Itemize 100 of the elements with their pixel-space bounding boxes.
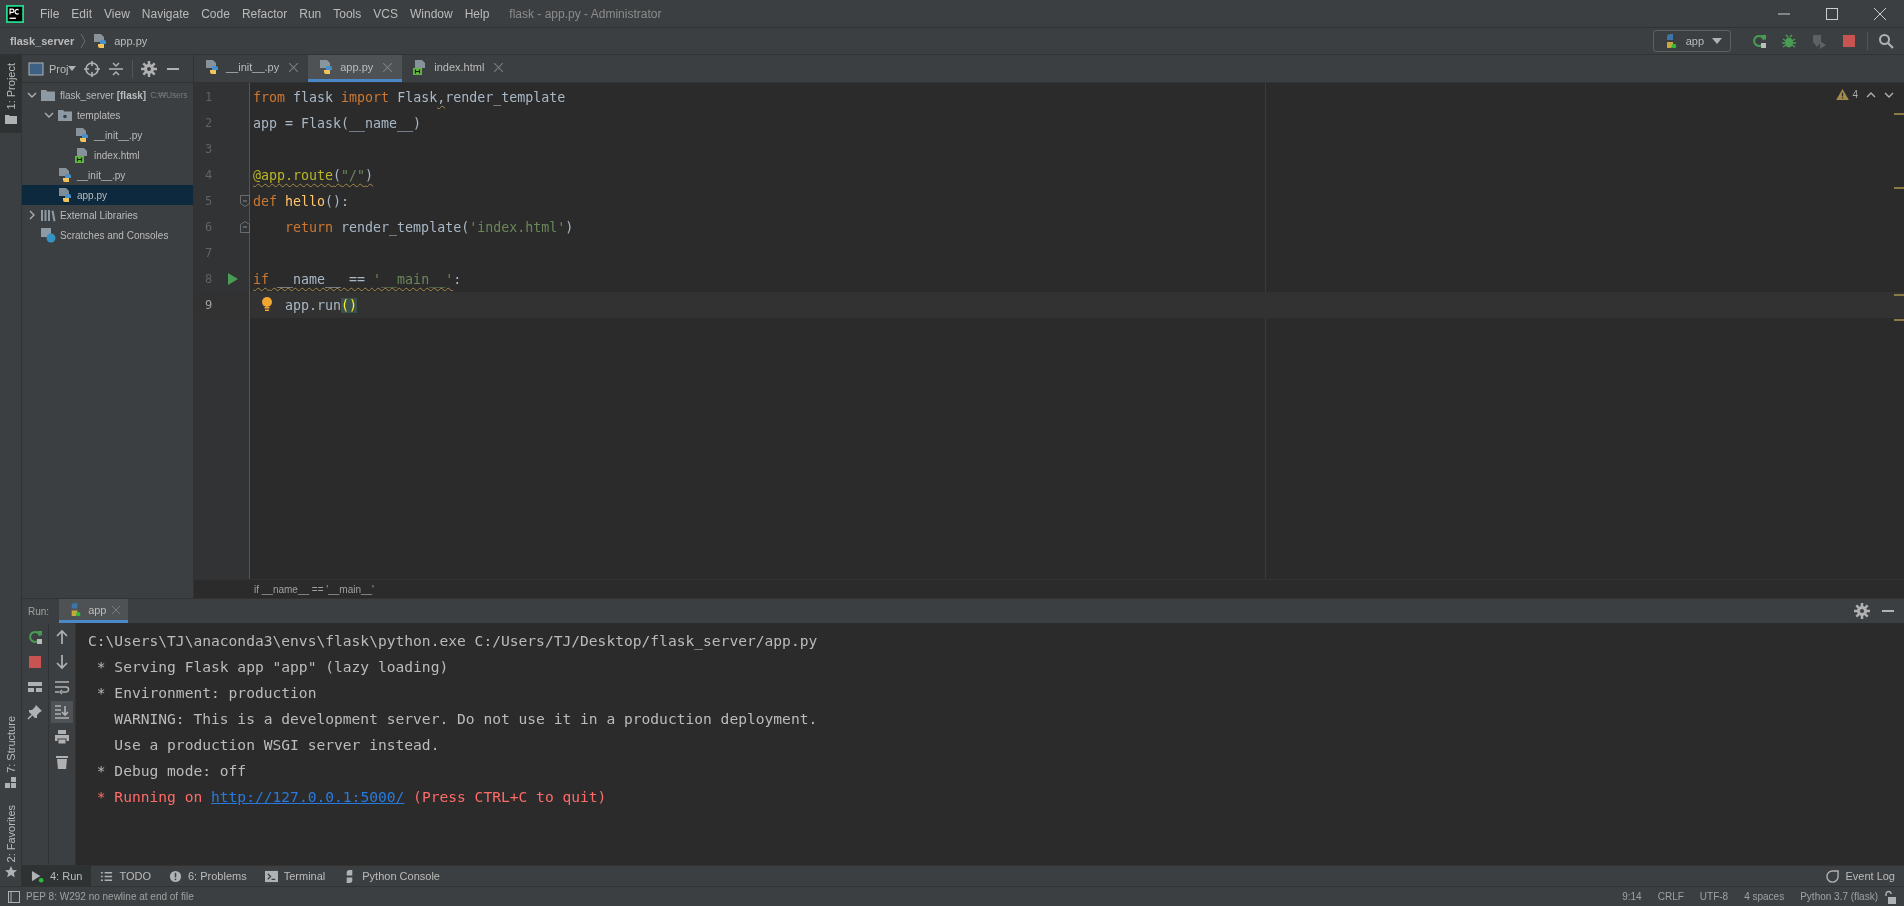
tree-item[interactable]: index.html (22, 145, 193, 165)
run-tab[interactable]: app (59, 599, 129, 623)
caret-icon (1712, 38, 1722, 44)
code-line: from flask import Flask,render_template (253, 89, 566, 105)
tool-window-tab[interactable]: Python Console (334, 866, 449, 886)
console-line: C:\Users\TJ\anaconda3\envs\flask\python.exe C:/Users/TJ/Desktop/flask_server/app.py (88, 630, 818, 652)
menu-item[interactable]: VCS (367, 6, 404, 21)
code-line: return render_template('index.html') (284, 219, 574, 235)
trash-icon[interactable] (54, 754, 70, 770)
menu-item[interactable]: Run (293, 6, 328, 21)
console-line: * Serving Flask app "app" (lazy loading) (95, 656, 450, 677)
tree-item[interactable]: Scratches and Consoles (22, 225, 193, 245)
menu-item[interactable]: File (34, 6, 66, 21)
print-icon[interactable] (54, 729, 70, 745)
folder-icon (40, 87, 56, 103)
folder-icon (4, 113, 17, 126)
warning-count[interactable]: 4 (1852, 89, 1858, 100)
tool-window-tab[interactable]: 6: Problems (160, 866, 256, 886)
status-item[interactable]: 4 spaces (1744, 891, 1785, 902)
status-message: PEP 8: W292 no newline at end of file (26, 891, 194, 902)
speech-bubble-icon (1826, 869, 1840, 883)
url-link[interactable]: http://127.0.0.1:5000/ (211, 787, 405, 805)
tree-item[interactable]: External Libraries (22, 205, 193, 225)
editor-tab[interactable]: app.py (308, 55, 403, 82)
tool-window-tab[interactable]: 2: Favorites (0, 796, 21, 886)
bug-icon[interactable] (1781, 33, 1797, 49)
python-file-icon (318, 59, 335, 75)
star-icon (4, 866, 17, 878)
menu-item[interactable]: Code (195, 6, 236, 21)
menu-item[interactable]: View (98, 6, 136, 21)
tool-windows-icon[interactable] (8, 890, 20, 903)
status-item[interactable]: UTF-8 (1699, 891, 1729, 902)
locate-icon[interactable] (83, 60, 100, 77)
editor-tab[interactable]: __init__.py (194, 55, 309, 82)
code-line: if __name__ == '__main__': (253, 271, 462, 287)
collapse-all-icon[interactable] (107, 60, 124, 77)
tool-window-tab[interactable]: TODO (91, 866, 160, 886)
up-arrow-icon[interactable] (54, 629, 70, 645)
lock-icon[interactable] (1884, 889, 1896, 904)
tree-item[interactable]: app.py (22, 185, 193, 205)
tree-item[interactable]: flask_server [flask] C:₩Users (22, 85, 193, 105)
next-highlight-icon[interactable] (1884, 91, 1894, 98)
status-item[interactable]: Python 3.7 (flask) (1800, 891, 1878, 902)
exclamation-icon (169, 869, 182, 883)
soft-wrap-icon[interactable] (54, 679, 70, 695)
menu-item[interactable]: Edit (65, 6, 99, 21)
run-icon[interactable] (228, 273, 238, 285)
rerun-icon[interactable] (1751, 33, 1767, 49)
tree-item[interactable]: templates (22, 105, 193, 125)
menu-item[interactable]: Help (458, 6, 496, 21)
python-file-icon (204, 59, 220, 75)
code-line: app = Flask(__name__) (253, 115, 422, 131)
run-configuration-dropdown[interactable]: app (1652, 30, 1731, 52)
menu-item[interactable]: Window (403, 6, 459, 21)
close-icon[interactable] (1874, 7, 1886, 20)
tool-window-tab[interactable]: 7: Structure (0, 707, 21, 797)
fold-icon[interactable] (240, 195, 250, 207)
play-icon (31, 869, 44, 883)
pin-icon[interactable] (27, 704, 43, 720)
menu-item[interactable]: Tools (327, 6, 368, 21)
down-arrow-icon[interactable] (54, 654, 70, 670)
html-file-icon (74, 147, 90, 163)
settings-icon[interactable] (1854, 603, 1870, 619)
code-line: @app.route("/") (253, 167, 374, 183)
previous-highlight-icon[interactable] (1866, 91, 1876, 98)
line-number: 9 (205, 298, 213, 312)
warning-icon[interactable] (1836, 89, 1850, 100)
code-breadcrumb[interactable]: if __name__ == '__main__' (254, 583, 374, 595)
stop-icon[interactable] (27, 654, 43, 670)
breadcrumb-item[interactable]: flask_server (10, 35, 75, 47)
scroll-to-end-icon[interactable] (51, 701, 73, 723)
event-log-button[interactable]: Event Log (1817, 866, 1904, 886)
menu-item[interactable]: Refactor (235, 6, 294, 21)
chevron-right-icon[interactable] (27, 210, 37, 220)
breadcrumb-item[interactable]: app.py (114, 35, 148, 47)
rerun-icon[interactable] (27, 629, 43, 645)
status-item[interactable]: 9:14 (1622, 891, 1642, 902)
terminal-icon (264, 869, 278, 883)
lightbulb-icon[interactable] (261, 296, 273, 312)
stop-icon[interactable] (1841, 33, 1857, 49)
settings-icon[interactable] (140, 60, 157, 77)
status-item[interactable]: CRLF (1657, 891, 1684, 902)
tool-window-tab[interactable]: 1: Project (0, 55, 21, 134)
python-file-icon (92, 33, 109, 49)
maximize-icon[interactable] (1826, 7, 1838, 20)
fold-icon[interactable] (240, 221, 250, 233)
caret-icon[interactable] (67, 66, 76, 71)
editor-tab[interactable]: index.html (402, 55, 514, 82)
project-view-selector[interactable]: Proj (49, 62, 69, 75)
console-line: * Environment: production (95, 682, 318, 703)
layout-icon[interactable] (27, 679, 43, 695)
menu-item[interactable]: Navigate (135, 6, 196, 21)
tool-window-tab[interactable]: 4: Run (22, 866, 92, 886)
search-icon[interactable] (1878, 33, 1894, 49)
panel-title: Run: (28, 605, 50, 617)
tree-item[interactable]: __init__.py (22, 125, 193, 145)
tool-window-tab[interactable]: Terminal (255, 866, 335, 886)
project-view-icon[interactable] (28, 60, 44, 77)
breadcrumb-separator-icon (80, 33, 87, 49)
tree-item[interactable]: __init__.py (22, 165, 193, 185)
